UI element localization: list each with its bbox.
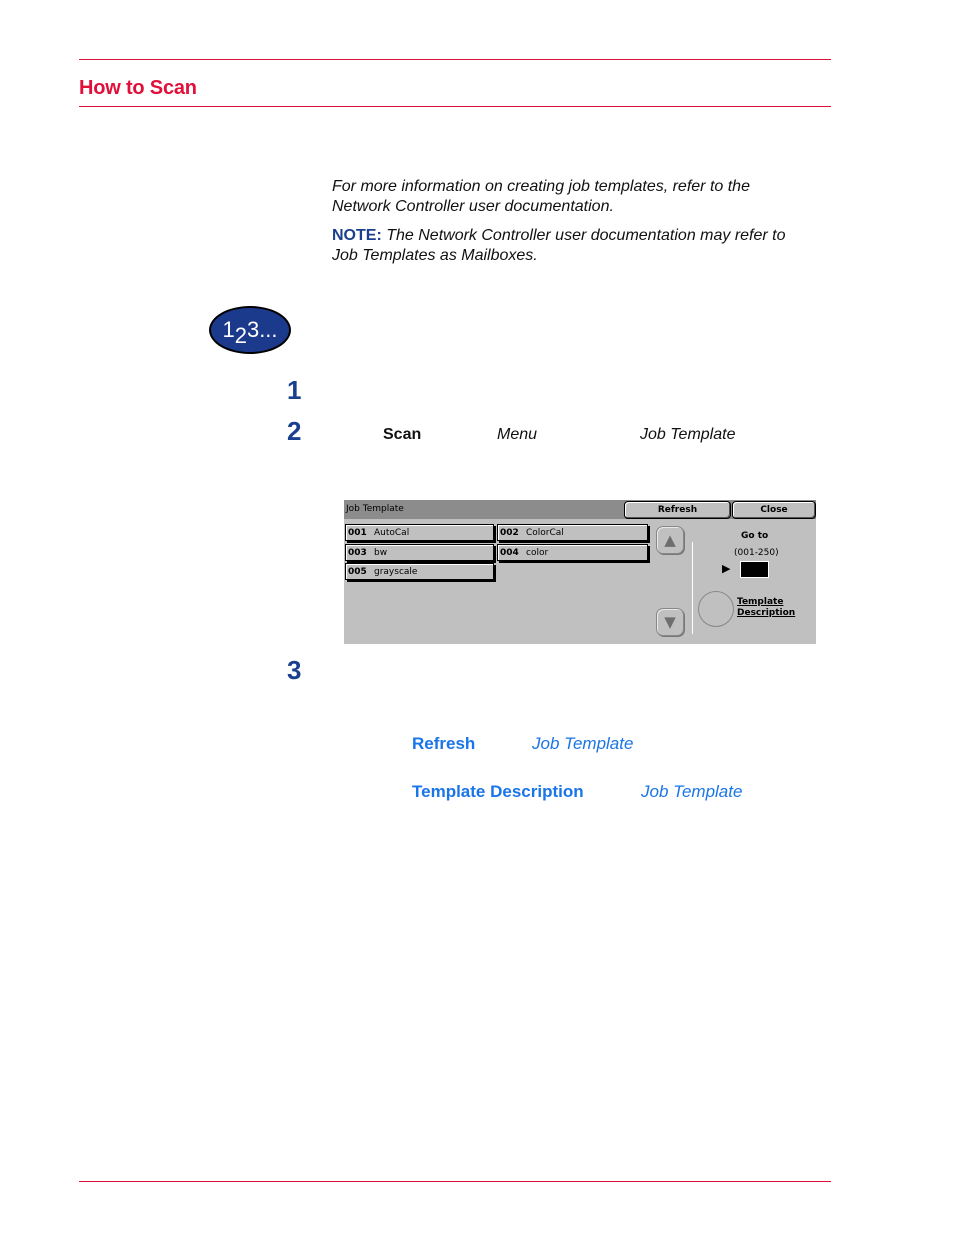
description-line: Template (737, 597, 784, 607)
footer-rule (79, 1181, 831, 1182)
template-description-button[interactable] (698, 591, 734, 627)
badge-digit: 3... (246, 317, 278, 342)
step-2-menu: Menu (497, 426, 538, 443)
note-paragraph: NOTE: The Network Controller user docume… (332, 226, 832, 266)
step-number: 1 (287, 375, 302, 405)
template-number: 001 (348, 527, 367, 538)
template-item[interactable]: 005 grayscale (345, 563, 494, 580)
top-rule (79, 59, 831, 60)
note-text: Job Templates as Mailboxes. (332, 247, 538, 264)
intro-line: For more information on creating job tem… (332, 178, 750, 195)
template-item[interactable]: 004 color (497, 544, 648, 561)
page-title: How to Scan (79, 77, 197, 99)
step-2-job-template: Job Template (640, 426, 736, 443)
option-description-label: Template Description (412, 782, 584, 801)
pointer-arrow-icon: ▶ (722, 562, 731, 575)
template-name: ColorCal (526, 527, 564, 538)
triangle-down-icon: ▼ (664, 613, 676, 631)
template-name: grayscale (374, 566, 418, 577)
option-description-context: Job Template (641, 782, 743, 801)
option-refresh-label: Refresh (412, 734, 476, 753)
step-number: 3 (287, 655, 302, 685)
scroll-up-button[interactable]: ▲ (656, 526, 684, 554)
steps-badge-icon: 1 2 3... (209, 306, 291, 354)
template-name: AutoCal (374, 527, 410, 538)
template-number: 002 (500, 527, 519, 538)
intro-paragraph: For more information on creating job tem… (332, 177, 832, 217)
panel-title: Job Template (346, 504, 404, 514)
scroll-down-button[interactable]: ▼ (656, 608, 684, 636)
template-number: 004 (500, 547, 519, 558)
intro-line: Network Controller user documentation. (332, 198, 614, 215)
description-line: Description (737, 608, 796, 618)
option-refresh-context: Job Template (532, 734, 634, 753)
step-number: 2 (287, 416, 302, 446)
template-number: 005 (348, 566, 367, 577)
template-item[interactable]: 002 ColorCal (497, 524, 648, 541)
goto-input[interactable] (740, 561, 769, 578)
badge-digit: 2 (234, 323, 247, 348)
refresh-button[interactable]: Refresh (624, 501, 731, 519)
triangle-up-icon: ▲ (664, 531, 676, 549)
job-template-panel: Job Template Refresh Close 001 AutoCal 0… (344, 500, 816, 644)
close-button[interactable]: Close (732, 501, 816, 519)
template-item[interactable]: 003 bw (345, 544, 494, 561)
template-item[interactable]: 001 AutoCal (345, 524, 494, 541)
step-2-scan: Scan (383, 426, 422, 443)
goto-label: Go to (741, 531, 769, 541)
title-rule (79, 106, 831, 107)
badge-digit: 1 (222, 317, 235, 342)
panel-divider (692, 542, 693, 634)
template-number: 003 (348, 547, 367, 558)
note-label: NOTE: (332, 227, 382, 244)
template-name: bw (374, 547, 388, 558)
note-text: The Network Controller user documentatio… (386, 227, 786, 244)
template-name: color (526, 547, 549, 558)
goto-range: (001-250) (734, 548, 779, 558)
template-description-link[interactable]: Template Description (737, 597, 795, 619)
